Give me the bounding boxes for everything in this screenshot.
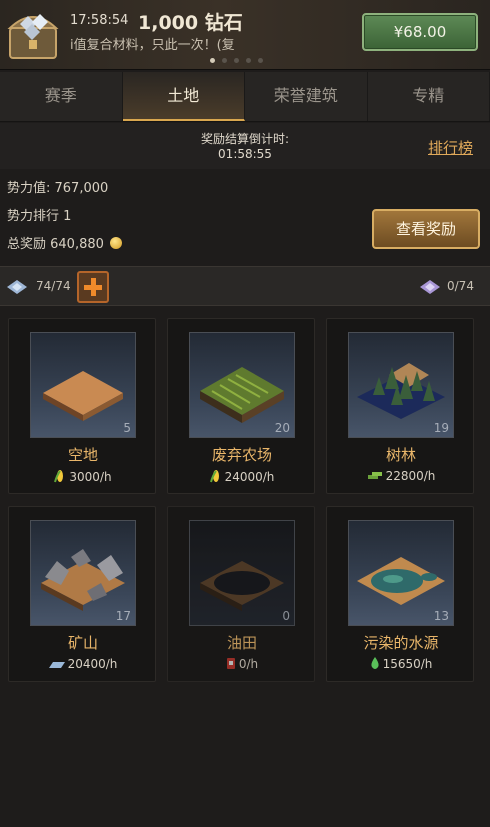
oil-icon [226,658,235,669]
land-thumbnail: 13 [348,520,454,626]
land-rate-text: 15650/h [382,657,433,671]
land-rate: 24000/h [168,469,316,484]
empty-land-icon [43,371,123,421]
banner-gems-amount: 1,000 钻石 [138,12,243,34]
land-count: 20 [274,421,290,435]
land-count: 17 [115,609,131,623]
land-name: 空地 [67,446,98,464]
land-card-mine[interactable]: 17 矿山 20400/h [8,506,156,682]
countdown-time: 01:58:55 [218,147,272,161]
land-card-forest[interactable]: 19 树林 22800/h [326,318,474,494]
special-tile-icon [420,280,440,294]
land-rate-text: 24000/h [224,470,275,484]
land-name: 油田 [226,634,257,652]
corn-icon [54,470,64,483]
page-dot [210,58,215,63]
promo-banner[interactable]: 17:58:54 1,000 钻石 i值复合材料，只此一次！(复 ¥68.00 [0,0,490,70]
land-count: 19 [433,421,449,435]
land-rate-text: 20400/h [67,657,118,671]
land-count: 13 [433,609,449,623]
land-rate: 22800/h [327,469,475,483]
land-count-owned: 74/74 [36,279,71,293]
page-dot [222,58,227,63]
land-rate: 3000/h [9,469,157,484]
page-dot [258,58,263,63]
land-count: 0 [282,609,290,623]
view-rewards-button[interactable]: 查看奖励 [372,209,480,249]
oil-land-icon [200,561,284,611]
land-name: 树林 [385,446,416,464]
tab-honor-buildings[interactable]: 荣誉建筑 [245,72,368,121]
leaderboard-link[interactable]: 排行榜 [428,137,473,158]
land-count-bar: 74/74 0/74 [0,266,490,306]
land-thumbnail: 5 [30,332,136,438]
banner-description: i值复合材料，只此一次！(复 [70,38,235,53]
power-rank: 势力排行 1 [7,209,72,224]
land-card-oil-field[interactable]: 0 油田 0/h [167,506,315,682]
total-reward: 总奖励 640,880 [7,233,122,252]
land-rate: 15650/h [327,657,475,671]
land-name: 废弃农场 [211,446,272,464]
page-dot [246,58,251,63]
land-name: 污染的水源 [363,634,439,652]
reward-countdown: 奖励结算倒计时: 01:58:55 排行榜 [0,123,490,169]
land-rate: 0/h [168,657,316,671]
metal-icon [48,662,65,668]
buy-price-button[interactable]: ¥68.00 [362,13,478,51]
tab-mastery[interactable]: 专精 [368,72,490,121]
land-card-polluted-water[interactable]: 13 污染的水源 15650/h [326,506,474,682]
tab-bar: 赛季 土地 荣誉建筑 专精 [0,72,490,122]
page-dot [234,58,239,63]
land-rate-text: 0/h [238,657,259,671]
banner-timer: 17:58:54 [70,13,129,28]
banner-page-dots [210,58,263,63]
diamond-chest-icon [7,14,59,59]
land-thumbnail: 17 [30,520,136,626]
countdown-label: 奖励结算倒计时: [200,132,290,146]
land-rate-text: 3000/h [69,470,112,484]
tab-season[interactable]: 赛季 [0,72,123,121]
land-name: 矿山 [67,634,98,652]
land-thumbnail: 19 [348,332,454,438]
land-rate: 20400/h [9,657,157,671]
land-thumbnail: 0 [189,520,295,626]
total-reward-text: 总奖励 640,880 [7,237,104,252]
land-rate-text: 22800/h [385,469,436,483]
water-icon [371,657,379,669]
land-card-empty[interactable]: 5 空地 3000/h [8,318,156,494]
land-thumbnail: 20 [189,332,295,438]
land-tile-icon [7,280,27,294]
power-value: 势力值: 767,000 [7,181,109,196]
add-land-button[interactable] [77,271,109,303]
special-land-count: 0/74 [447,279,474,293]
tab-land[interactable]: 土地 [122,72,245,121]
land-card-abandoned-farm[interactable]: 20 废弃农场 24000/h [167,318,315,494]
coin-icon [109,237,122,249]
wood-icon [367,472,382,479]
corn-icon [209,470,219,483]
land-count: 5 [123,421,131,435]
